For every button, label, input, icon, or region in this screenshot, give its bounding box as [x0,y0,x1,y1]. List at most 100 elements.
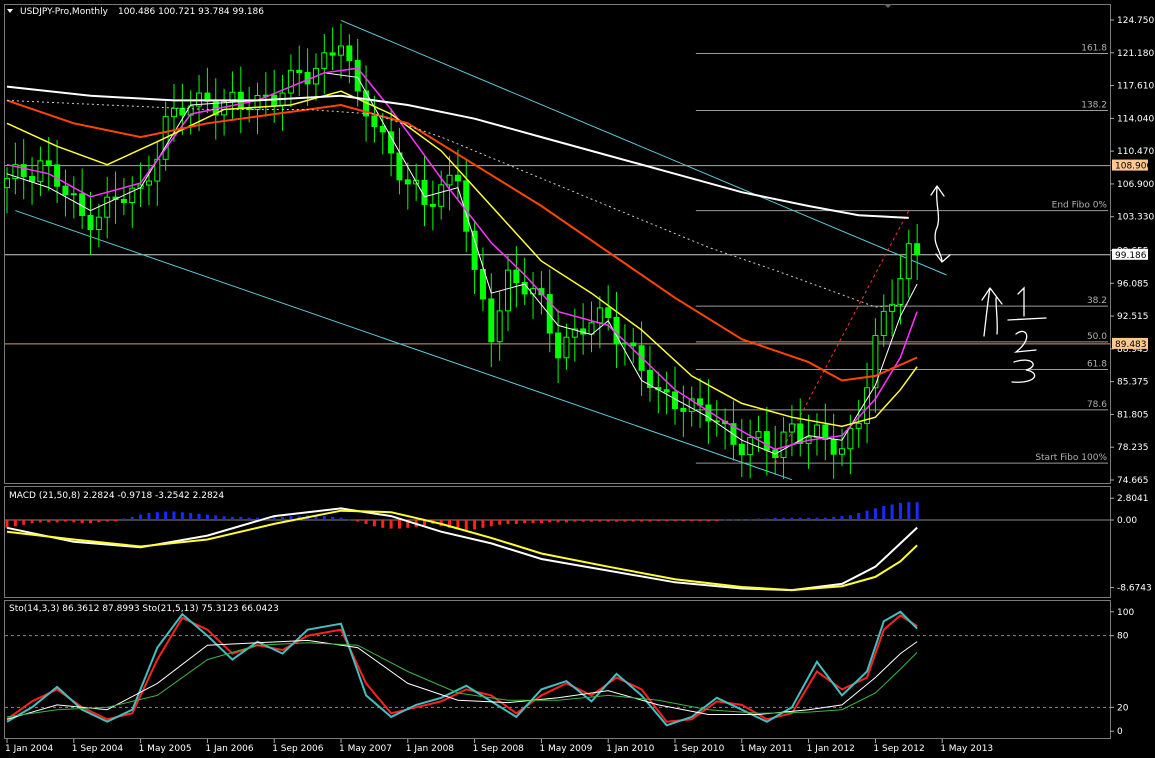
price-tick-label: 96.085 [1117,279,1149,289]
candle-bull [4,177,10,189]
macd-histogram-bar [890,504,894,521]
candle-bear [371,115,378,128]
candle-bear [429,203,436,207]
macd-histogram-bar [38,520,42,523]
time-tick-label: 1 Sep 2004 [72,744,124,754]
price-tick-label: 110.470 [1117,147,1154,157]
candle-bear [404,179,411,185]
macd-histogram-bar [489,520,493,527]
macd-histogram-bar [105,520,109,522]
fib-label: 38.2 [1087,296,1107,306]
macd-histogram-bar [356,520,360,522]
macd-histogram-bar [514,520,518,524]
candle-bull [496,310,503,343]
candle-bull [70,193,77,196]
price-tick-label: 78.235 [1117,443,1149,453]
macd-histogram-bar [681,520,685,522]
price-tick-label: 81.805 [1117,410,1149,420]
fib-label: 138.2 [1081,100,1107,110]
macd-histogram-bar [590,520,593,522]
candle-bull [880,310,887,336]
macd-tick-label: 0.00 [1117,516,1137,526]
candle-bull [321,52,328,69]
macd-histogram-bar [706,520,710,522]
macd-histogram-bar [47,520,51,523]
candle-bear [296,69,303,74]
candle-bear [54,164,61,187]
macd-histogram-bar [281,516,285,521]
macd-histogram-bar [748,519,752,521]
macd-histogram-bar [573,520,577,522]
price-tick-label: 114.040 [1117,114,1154,124]
time-tick-label: 1 Sep 2010 [673,744,725,754]
time-tick-label: 1 Jan 2004 [5,744,53,754]
macd-histogram-bar [189,513,193,521]
candle-bull [905,243,912,280]
macd-histogram-bar [5,520,9,528]
candle-bear [388,131,395,154]
price-tick-label: 103.330 [1117,213,1154,223]
macd-histogram-bar [773,517,777,521]
candle-bear [763,431,770,451]
macd-histogram-bar [381,520,385,528]
macd-histogram-bar [807,517,811,521]
macd-histogram-bar [815,517,819,521]
macd-histogram-bar [615,520,619,522]
macd-histogram-bar [873,508,877,521]
price-level-label: 99.186 [1115,251,1147,261]
time-tick-label: 1 Jan 2010 [606,744,654,754]
candle-bull [287,69,294,94]
macd-histogram-bar [180,512,184,521]
time-tick-label: 1 May 2011 [740,744,793,754]
macd-histogram-bar [481,520,485,528]
macd-histogram-bar [757,518,760,521]
candle-bull [505,269,511,312]
candle-bear [354,59,361,92]
candle-bull [145,180,152,186]
macd-histogram-bar [80,520,84,524]
candle-bull [338,45,344,56]
macd-histogram-bar [164,511,168,521]
candle-bear [45,160,52,166]
fib-label: Start Fibo 100% [1035,453,1107,463]
macd-histogram-bar [673,520,677,522]
macd-histogram-bar [765,518,769,521]
candle-bull [897,278,904,305]
candle-bull [788,423,795,433]
price-tick-label: 74.665 [1117,476,1149,486]
fib-label: 50.0 [1087,332,1107,342]
candle-bear [454,174,461,182]
stoch-tick-label: 80 [1117,632,1129,642]
candle-bull [588,322,595,335]
candle-bull [530,288,537,295]
macd-histogram-bar [372,520,376,527]
macd-histogram-bar [72,520,76,523]
time-tick-label: 1 May 2005 [139,744,192,754]
macd-tick-label: 2.8041 [1117,494,1149,504]
macd-histogram-bar [564,520,568,523]
candle-bear [738,443,745,456]
candle-bear [513,269,520,284]
macd-histogram-bar [339,517,343,521]
candle-bear [179,107,186,116]
fib-label: End Fibo 0% [1052,201,1108,211]
candle-bear [914,243,921,256]
candle-bear [346,45,353,61]
macd-histogram-bar [22,520,26,525]
time-tick-label: 1 Sep 2012 [873,744,924,754]
candle-bull [104,196,111,218]
candle-bull [596,307,603,324]
price-tick-label: 117.610 [1117,82,1154,92]
time-tick-label: 1 May 2009 [539,744,592,754]
candle-bear [87,214,94,231]
macd-histogram-bar [665,520,669,522]
macd-histogram-bar [114,520,118,522]
macd-histogram-bar [205,514,209,521]
candle-bull [95,216,102,231]
macd-histogram-bar [698,520,702,522]
candle-bull [446,174,453,186]
macd-histogram-bar [556,520,560,523]
macd-histogram-bar [130,516,134,521]
price-tick-label: 106.900 [1117,180,1154,190]
symbol-label: USDJPY-Pro,Monthly [20,7,109,17]
